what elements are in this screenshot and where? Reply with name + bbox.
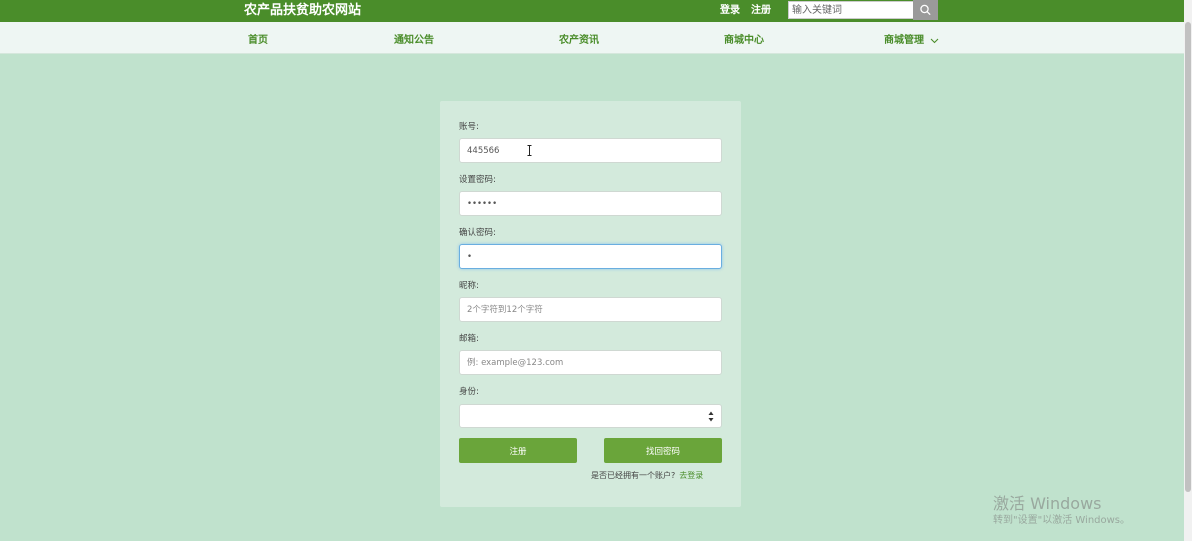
nav-item-news[interactable]: 农产资讯: [559, 34, 599, 47]
nav-item-notices[interactable]: 通知公告: [394, 34, 434, 47]
role-label: 身份:: [459, 387, 479, 397]
register-form-panel: 账号: 设置密码: 确认密码: 昵称: 邮箱: 身份: 注册 找回密码 是否已经…: [440, 101, 741, 507]
login-link[interactable]: 登录: [720, 4, 740, 17]
search-input[interactable]: [788, 1, 914, 19]
main-nav: 首页 通知公告 农产资讯 商城中心 商城管理: [0, 22, 1192, 54]
register-link[interactable]: 注册: [751, 4, 771, 17]
account-input[interactable]: [459, 138, 722, 163]
password-label: 设置密码:: [459, 175, 496, 185]
go-login-link[interactable]: 去登录: [679, 471, 703, 480]
search-icon: [920, 4, 931, 15]
email-input[interactable]: [459, 350, 722, 375]
login-prompt-text: 是否已经拥有一个账户?: [591, 471, 676, 480]
register-button[interactable]: 注册: [459, 438, 577, 463]
nav-item-home[interactable]: 首页: [248, 34, 268, 47]
nickname-label: 昵称:: [459, 281, 479, 291]
activation-watermark-subtitle: 转到"设置"以激活 Windows。: [993, 515, 1131, 526]
activation-watermark-title: 激活 Windows: [993, 494, 1102, 513]
nav-item-mall-center[interactable]: 商城中心: [724, 34, 764, 47]
search-button[interactable]: [913, 0, 938, 20]
chevron-down-icon: [931, 38, 939, 43]
nickname-input[interactable]: [459, 297, 722, 322]
text-cursor-icon: [527, 145, 532, 156]
page-scrollbar[interactable]: [1184, 0, 1192, 541]
password-input[interactable]: [459, 191, 722, 216]
nav-item-mall-management-label: 商城管理: [884, 35, 924, 46]
site-title: 农产品扶贫助农网站: [244, 3, 362, 18]
email-label: 邮箱:: [459, 334, 479, 344]
role-select[interactable]: [459, 404, 722, 428]
nav-item-mall-management[interactable]: 商城管理: [884, 34, 939, 47]
login-prompt: 是否已经拥有一个账户? 去登录: [591, 470, 703, 481]
confirm-password-input[interactable]: [459, 244, 722, 269]
confirm-password-label: 确认密码:: [459, 228, 496, 238]
recover-password-button[interactable]: 找回密码: [604, 438, 722, 463]
account-label: 账号:: [459, 122, 479, 132]
top-bar: 农产品扶贫助农网站 登录 注册: [0, 0, 1192, 22]
select-updown-icon: [708, 411, 714, 422]
scrollbar-thumb[interactable]: [1185, 22, 1191, 492]
